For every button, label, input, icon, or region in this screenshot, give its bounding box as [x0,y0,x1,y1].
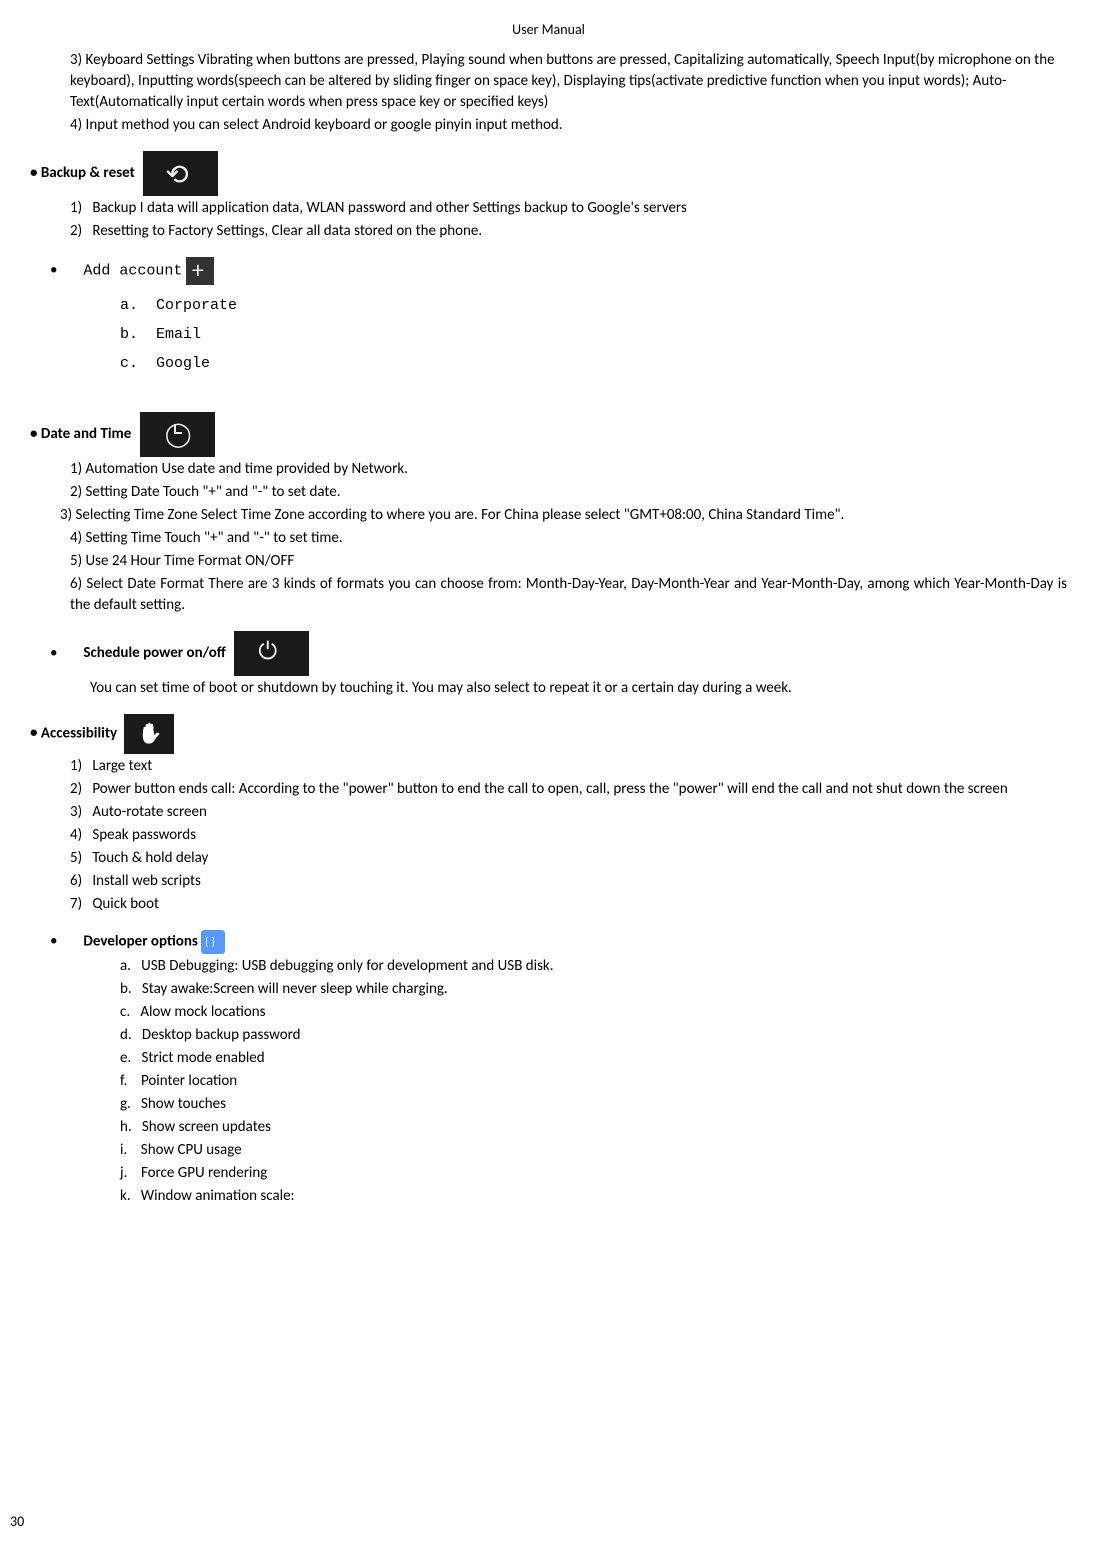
list-item: d. Desktop backup password [120,1025,1067,1046]
list-item: c. Google [120,353,1067,374]
backup-reset-section: Backup & reset 1) Backup I data will app… [30,151,1067,242]
schedule-section: • Schedule power on/off You can set time… [50,631,1067,699]
list-item: a. Corporate [120,295,1067,316]
list-item: 1) Large text [70,756,1067,777]
input-method-text: 4) Input method you can select Android k… [70,115,1067,136]
list-item: 4) Setting Time Touch "+" and "-" to set… [70,528,1067,549]
accessibility-header: Accessibility [30,714,1067,754]
list-item: h. Show screen updates [120,1117,1067,1138]
list-item: 7) Quick boot [70,894,1067,915]
acc-power-button: Power button ends call: According to the… [92,780,1007,798]
page-header: User Manual [30,20,1067,40]
developer-title: Developer options [83,932,197,950]
dev-stayawake: Stay awake:Screen will never sleep while… [142,980,448,998]
schedule-title: Schedule power on/off [83,644,225,662]
list-item: k. Window animation scale: [120,1186,1067,1207]
list-item: 2) Resetting to Factory Settings, Clear … [70,221,1067,242]
developer-section: • Developer options a. USB Debugging: US… [50,930,1067,1207]
backup-reset-title: Backup & reset [41,164,135,182]
developer-icon [201,930,225,954]
accessibility-title: Accessibility [41,724,117,742]
list-item: j. Force GPU rendering [120,1163,1067,1184]
acc-touch-hold: Touch & hold delay [92,849,208,867]
add-account-header: • Add account [50,257,1067,285]
developer-header: • Developer options [50,930,1067,954]
schedule-header: • Schedule power on/off [50,631,1067,676]
backup-reset-header: Backup & reset [30,151,1067,196]
date-time-section: Date and Time 1) Automation Use date and… [30,412,1067,616]
acc-large-text: Large text [92,757,152,775]
keyboard-settings-text: 3) Keyboard Settings Vibrating when butt… [70,50,1067,113]
list-item: 6) Select Date Format There are 3 kinds … [70,574,1067,616]
date-time-title: Date and Time [41,425,131,443]
list-item: f. Pointer location [120,1071,1067,1092]
date-time-header: Date and Time [30,412,1067,457]
power-icon [234,631,309,676]
dev-touches: Show touches [141,1095,226,1113]
page-number: 30 [10,1512,24,1532]
add-account-section: • Add account a. Corporate b. Email c. G… [50,257,1067,374]
intro-block: 3) Keyboard Settings Vibrating when butt… [70,50,1067,136]
list-item: 3) Selecting Time Zone Select Time Zone … [60,505,1067,526]
list-item: 4) Speak passwords [70,825,1067,846]
list-item: i. Show CPU usage [120,1140,1067,1161]
backup-item-1: Backup I data will application data, WLA… [92,199,686,217]
list-item: a. USB Debugging: USB debugging only for… [120,956,1067,977]
acc-autorotate: Auto-rotate screen [92,803,207,821]
list-item: 3) Auto-rotate screen [70,802,1067,823]
dev-strict: Strict mode enabled [141,1049,264,1067]
list-item: b. Stay awake:Screen will never sleep wh… [120,979,1067,1000]
backup-item-2: Resetting to Factory Settings, Clear all… [92,222,482,240]
add-account-title: Add account [83,262,182,279]
list-item: e. Strict mode enabled [120,1048,1067,1069]
list-item: b. Email [120,324,1067,345]
list-item: 1) Backup I data will application data, … [70,198,1067,219]
list-item: 5) Use 24 Hour Time Format ON/OFF [70,551,1067,572]
schedule-desc: You can set time of boot or shutdown by … [90,678,1067,699]
list-item: c. Alow mock locations [120,1002,1067,1023]
list-item: 5) Touch & hold delay [70,848,1067,869]
list-item: 6) Install web scripts [70,871,1067,892]
plus-icon [186,257,214,285]
account-email: Email [156,326,201,343]
account-google: Google [156,355,210,372]
hand-icon [124,714,174,754]
dev-screen: Show screen updates [142,1118,271,1136]
dev-backup: Desktop backup password [142,1026,301,1044]
acc-speak: Speak passwords [92,826,196,844]
dev-pointer: Pointer location [141,1072,237,1090]
dev-gpu: Force GPU rendering [141,1164,267,1182]
list-item: g. Show touches [120,1094,1067,1115]
acc-quickboot: Quick boot [92,895,159,913]
dev-mock: Alow mock locations [140,1003,265,1021]
list-item: 2) Setting Date Touch "+" and "-" to set… [70,482,1067,503]
list-item: 2) Power button ends call: According to … [70,779,1067,800]
account-corporate: Corporate [156,297,237,314]
accessibility-section: Accessibility 1) Large text 2) Power but… [30,714,1067,915]
clock-icon [140,412,215,457]
reset-icon [143,151,218,196]
dev-usb: USB Debugging: USB debugging only for de… [141,957,553,975]
list-item: 1) Automation Use date and time provided… [70,459,1067,480]
acc-webscripts: Install web scripts [92,872,201,890]
dev-cpu: Show CPU usage [141,1141,242,1159]
dev-window: Window animation scale: [141,1187,295,1205]
